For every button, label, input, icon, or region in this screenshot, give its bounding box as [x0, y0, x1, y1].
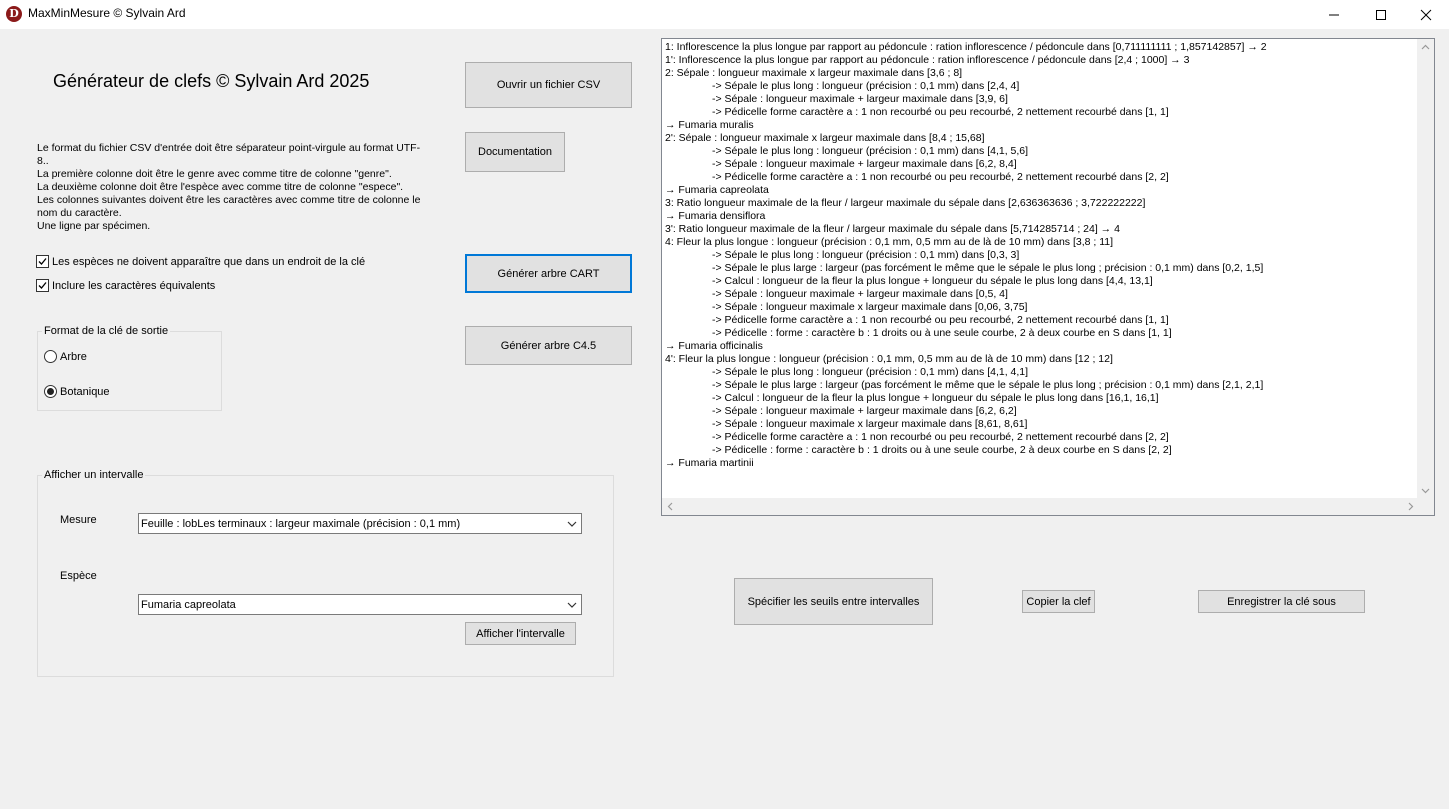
radio-arbre[interactable]: Arbre	[44, 350, 87, 363]
key-line: 2: Sépale : longueur maximale x largeur …	[665, 67, 963, 79]
key-line: -> Pédicelle : forme : caractère b : 1 d…	[712, 327, 1172, 339]
show-interval-button[interactable]: Afficher l'intervalle	[465, 622, 576, 645]
window-title: MaxMinMesure © Sylvain Ard	[28, 6, 186, 20]
key-line: -> Sépale le plus long : longueur (préci…	[712, 145, 1029, 157]
scroll-corner	[1417, 498, 1434, 515]
key-line: -> Sépale le plus long : longueur (préci…	[712, 80, 1020, 92]
key-line: 3': Ratio longueur maximale de la fleur …	[665, 223, 1120, 235]
generate-cart-button[interactable]: Générer arbre CART	[465, 254, 632, 293]
key-line: -> Sépale : longueur maximale x largeur …	[712, 301, 1028, 313]
key-line: → Fumaria muralis	[665, 119, 754, 131]
radio-circle[interactable]	[44, 385, 57, 398]
key-output-content: 1: Inflorescence la plus longue par rapp…	[665, 41, 1417, 501]
key-line: 1': Inflorescence la plus longue par rap…	[665, 54, 1190, 66]
minimize-icon	[1329, 14, 1339, 15]
key-line: -> Sépale : longueur maximale + largeur …	[712, 288, 1008, 300]
chevron-down-icon	[567, 602, 577, 608]
key-line: 4: Fleur la plus longue : longueur (préc…	[665, 236, 1114, 248]
equivalent-chars-label: Inclure les caractères équivalents	[52, 279, 216, 292]
key-line: -> Sépale : longueur maximale + largeur …	[712, 158, 1017, 170]
maximize-icon	[1376, 9, 1386, 20]
key-line: -> Pédicelle forme caractère a : 1 non r…	[712, 171, 1169, 183]
scroll-down-icon[interactable]	[1417, 482, 1434, 499]
checkbox-box[interactable]	[36, 255, 49, 268]
output-format-title: Format de la clé de sortie	[42, 325, 171, 337]
radio-botanique-label: Botanique	[60, 385, 110, 398]
species-select-value: Fumaria capreolata	[141, 598, 236, 611]
csv-format-description: Le format du fichier CSV d'entrée doit ê…	[37, 142, 427, 233]
page-title: Générateur de clefs © Sylvain Ard 2025	[53, 71, 370, 91]
key-line: 1: Inflorescence la plus longue par rapp…	[665, 41, 1267, 53]
interval-group	[37, 475, 614, 677]
measure-select-value: Feuille : lobLes terminaux : largeur max…	[141, 517, 461, 530]
output-format-group	[37, 331, 222, 411]
radio-botanique[interactable]: Botanique	[44, 385, 110, 398]
key-line: -> Sépale le plus large : largeur (pas f…	[712, 262, 1264, 274]
specify-thresholds-button[interactable]: Spécifier les seuils entre intervalles	[734, 578, 933, 625]
key-line: -> Calcul : longueur de la fleur la plus…	[712, 392, 1159, 404]
species-select[interactable]: Fumaria capreolata	[138, 594, 582, 615]
key-line: -> Sépale : longueur maximale + largeur …	[712, 93, 1008, 105]
unique-species-label: Les espèces ne doivent apparaître que da…	[52, 255, 366, 268]
radio-circle[interactable]	[44, 350, 57, 363]
description-line: Les colonnes suivantes doivent être les …	[37, 194, 421, 219]
app-icon: D	[6, 6, 22, 22]
scroll-up-icon[interactable]	[1417, 39, 1434, 56]
check-icon	[38, 282, 47, 289]
key-line: → Fumaria martinii	[665, 457, 754, 469]
key-line: -> Sépale le plus large : largeur (pas f…	[712, 379, 1264, 391]
key-line: -> Sépale : longueur maximale x largeur …	[712, 418, 1028, 430]
key-line: → Fumaria officinalis	[665, 340, 763, 352]
key-line: → Fumaria densiflora	[665, 210, 766, 222]
equivalent-chars-checkbox[interactable]: Inclure les caractères équivalents	[36, 279, 215, 292]
documentation-button[interactable]: Documentation	[465, 132, 565, 172]
save-key-button[interactable]: Enregistrer la clé sous	[1198, 590, 1365, 613]
species-label: Espèce	[60, 570, 97, 582]
key-line: -> Pédicelle : forme : caractère b : 1 d…	[712, 444, 1172, 456]
measure-label: Mesure	[60, 514, 97, 526]
key-line: 4': Fleur la plus longue : longueur (pré…	[665, 353, 1113, 365]
key-line: -> Pédicelle forme caractère a : 1 non r…	[712, 106, 1169, 118]
title-bar: D MaxMinMesure © Sylvain Ard	[0, 0, 1449, 29]
measure-select[interactable]: Feuille : lobLes terminaux : largeur max…	[138, 513, 582, 534]
key-line: → Fumaria capreolata	[665, 184, 769, 196]
maximize-button[interactable]	[1358, 0, 1404, 29]
key-line: -> Calcul : longueur de la fleur la plus…	[712, 275, 1153, 287]
description-line: Une ligne par spécimen.	[37, 220, 151, 232]
key-line: -> Sépale le plus long : longueur (préci…	[712, 366, 1029, 378]
key-output-textarea[interactable]: 1: Inflorescence la plus longue par rapp…	[661, 38, 1435, 516]
close-icon	[1420, 9, 1432, 20]
key-line: 2': Sépale : longueur maximale x largeur…	[665, 132, 985, 144]
vertical-scrollbar[interactable]	[1417, 39, 1434, 499]
key-line: -> Sépale : longueur maximale + largeur …	[712, 405, 1017, 417]
scroll-left-icon[interactable]	[662, 498, 679, 515]
check-icon	[38, 258, 47, 265]
copy-key-button[interactable]: Copier la clef	[1022, 590, 1095, 613]
radio-arbre-label: Arbre	[60, 350, 87, 363]
minimize-button[interactable]	[1311, 0, 1357, 29]
key-line: -> Sépale le plus long : longueur (préci…	[712, 249, 1020, 261]
key-line: -> Pédicelle forme caractère a : 1 non r…	[712, 314, 1169, 326]
description-line: La première colonne doit être le genre a…	[37, 168, 392, 180]
key-line: -> Pédicelle forme caractère a : 1 non r…	[712, 431, 1169, 443]
horizontal-scrollbar[interactable]	[662, 498, 1419, 515]
chevron-down-icon	[567, 521, 577, 527]
generate-c45-button[interactable]: Générer arbre C4.5	[465, 326, 632, 365]
key-line: 3: Ratio longueur maximale de la fleur /…	[665, 197, 1146, 209]
unique-species-checkbox[interactable]: Les espèces ne doivent apparaître que da…	[36, 255, 365, 268]
interval-group-title: Afficher un intervalle	[42, 469, 146, 481]
open-csv-button[interactable]: Ouvrir un fichier CSV	[465, 62, 632, 108]
close-button[interactable]	[1403, 0, 1449, 29]
description-line: Le format du fichier CSV d'entrée doit ê…	[37, 142, 421, 167]
description-line: La deuxième colonne doit être l'espèce a…	[37, 181, 404, 193]
checkbox-box[interactable]	[36, 279, 49, 292]
